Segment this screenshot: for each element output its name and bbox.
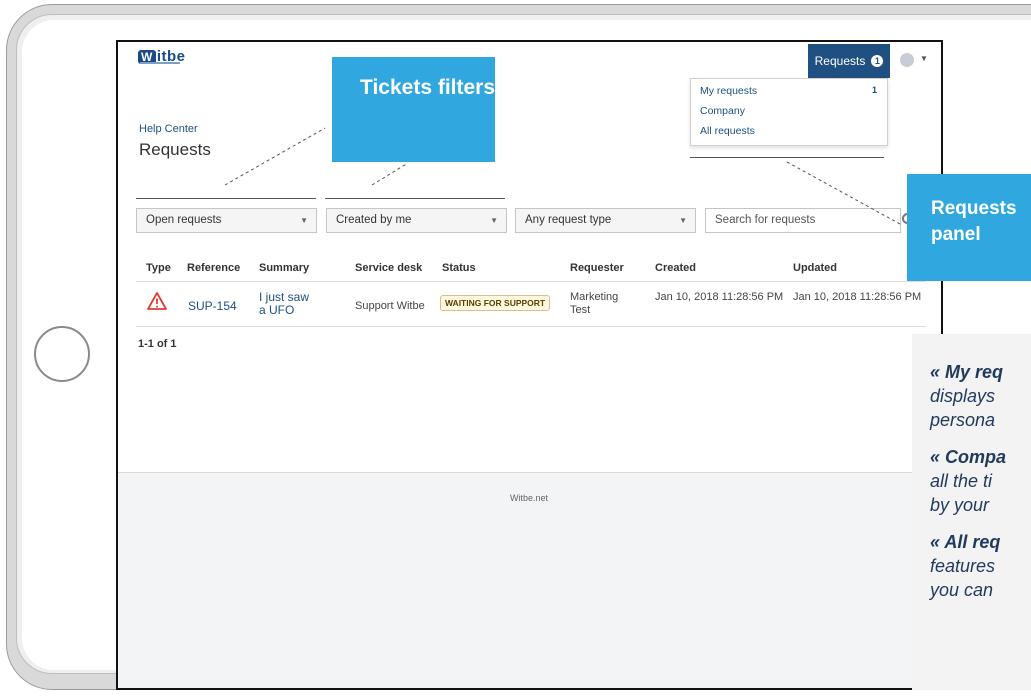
warning-icon [147, 292, 167, 315]
home-button[interactable] [34, 326, 90, 382]
type-filter-select[interactable]: Any request type ▼ [515, 208, 696, 233]
footer: Witbe.net [118, 472, 941, 688]
creator-filter-select[interactable]: Created by me ▼ [326, 208, 507, 233]
chevron-down-icon: ▼ [490, 216, 498, 225]
note-line: features [930, 556, 996, 576]
chevron-down-icon: ▼ [300, 216, 308, 225]
note-line: « All req [930, 531, 1000, 553]
table-row-divider [136, 281, 926, 282]
requests-panel-callout: Requests panel [907, 174, 1031, 281]
tablet-frame: Witbe Requests 1 ▼ My requests 1 Company… [0, 0, 1031, 697]
dropdown-underline [690, 157, 884, 158]
column-header-service-desk: Service desk [355, 262, 423, 274]
tickets-filters-callout: Tickets filters [332, 57, 495, 162]
column-header-summary: Summary [259, 262, 310, 274]
menu-item-company[interactable]: Company [700, 105, 745, 117]
requests-dropdown-panel: My requests 1 Company All requests [690, 78, 888, 146]
pagination-label: 1-1 of 1 [138, 338, 177, 350]
note-line: persona [930, 410, 996, 430]
requests-button-label: Requests [814, 54, 866, 68]
column-header-created: Created [655, 262, 696, 274]
note-bold: « My req [930, 362, 1004, 382]
note-bold: « Compa [930, 447, 1007, 467]
note-line: « My req [930, 361, 1003, 383]
ticket-created-date: Jan 10, 2018 11:28:56 PM [655, 291, 784, 303]
avatar[interactable] [900, 53, 914, 67]
note-line: displays [930, 386, 996, 406]
requests-count-badge: 1 [871, 55, 884, 67]
column-header-status: Status [442, 262, 476, 274]
page-title: Requests [139, 140, 211, 159]
my-requests-count: 1 [871, 85, 877, 95]
menu-item-all-requests[interactable]: All requests [700, 125, 755, 137]
note-line: you can [930, 580, 994, 600]
footer-link[interactable]: Witbe.net [510, 493, 548, 503]
chevron-down-icon: ▼ [679, 216, 687, 225]
logo-underline [140, 62, 180, 64]
search-input[interactable]: Search for requests [705, 208, 901, 233]
status-filter-value: Open requests [146, 214, 222, 226]
note-bold: « All req [930, 532, 1001, 552]
requests-button[interactable]: Requests 1 [808, 44, 890, 78]
status-badge: WAITING FOR SUPPORT [440, 295, 551, 311]
breadcrumb[interactable]: Help Center [139, 123, 198, 135]
ticket-requester: Marketing Test [570, 291, 619, 316]
menu-item-my-requests[interactable]: My requests [700, 85, 757, 97]
status-filter-select[interactable]: Open requests ▼ [136, 208, 317, 233]
ticket-summary-link[interactable]: I just saw a UFO [259, 291, 319, 317]
note-line: all the ti [930, 471, 993, 491]
column-header-reference: Reference [187, 262, 241, 274]
ticket-updated-date: Jan 10, 2018 11:28:56 PM [793, 291, 922, 303]
chevron-down-icon[interactable]: ▼ [920, 54, 928, 63]
type-filter-value: Any request type [525, 214, 612, 226]
table-row-divider [136, 326, 926, 327]
help-center-screen: Witbe Requests 1 ▼ My requests 1 Company… [116, 40, 943, 690]
column-header-requester: Requester [570, 262, 624, 274]
column-header-updated: Updated [793, 262, 837, 274]
ticket-service-desk: Support Witbe [355, 300, 425, 312]
note-line: by your [930, 495, 990, 515]
note-line: « Compa [930, 446, 1006, 468]
filter-underline-status [136, 198, 316, 199]
ticket-reference-link[interactable]: SUP-154 [188, 300, 237, 313]
creator-filter-value: Created by me [336, 214, 412, 226]
filter-underline-creator [325, 198, 505, 199]
search-placeholder: Search for requests [715, 214, 816, 226]
column-header-type: Type [146, 262, 171, 274]
